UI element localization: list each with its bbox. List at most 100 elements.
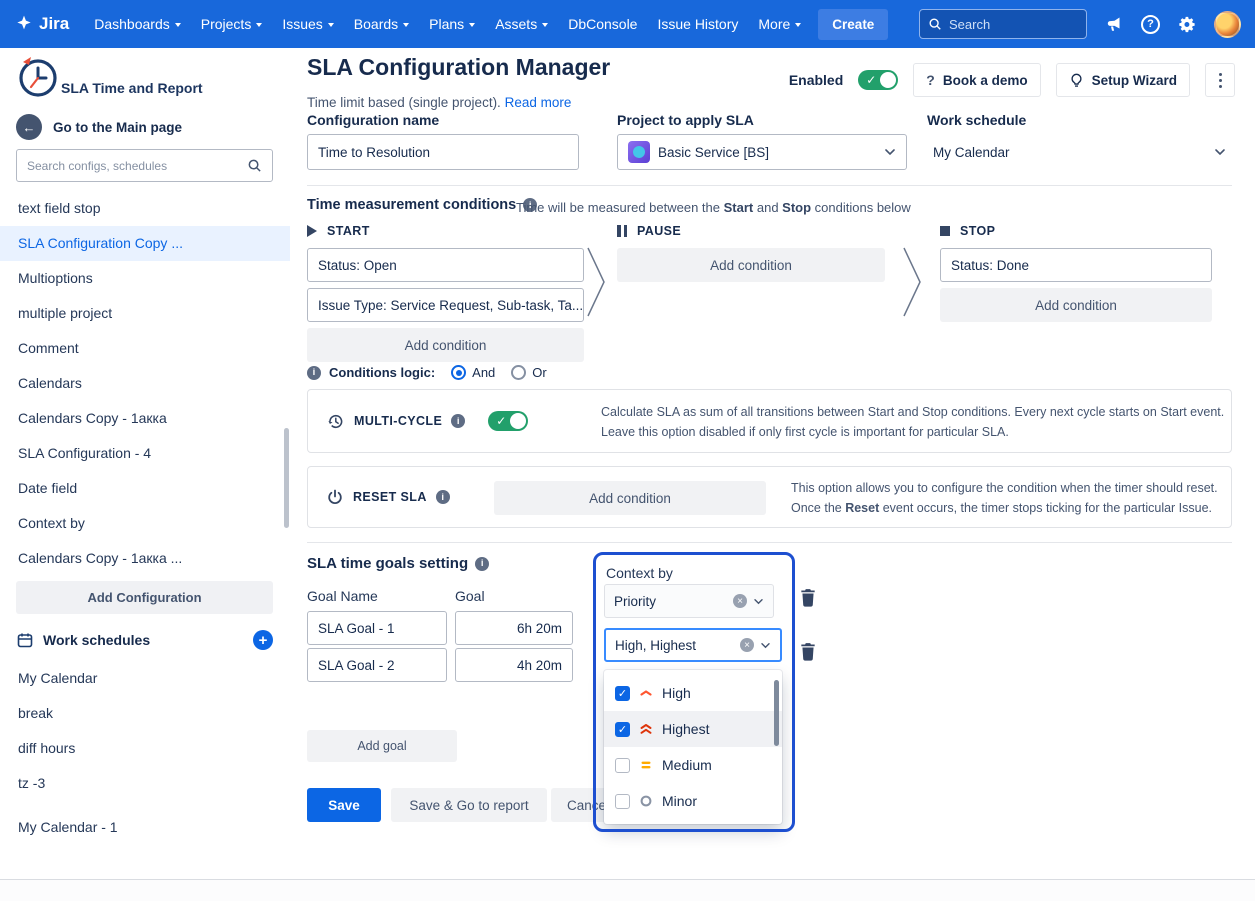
goal2-value-input[interactable] bbox=[455, 648, 573, 682]
config-item-selected[interactable]: SLA Configuration Copy ... bbox=[0, 226, 290, 261]
save-button[interactable]: Save bbox=[307, 788, 381, 822]
nav-boards[interactable]: Boards bbox=[345, 10, 418, 38]
conditions-logic-label: Conditions logic: bbox=[329, 365, 435, 380]
priority-option-highest[interactable]: Highest bbox=[604, 711, 782, 747]
work-schedule-select[interactable]: My Calendar bbox=[927, 134, 1232, 170]
enabled-toggle[interactable] bbox=[858, 70, 898, 90]
nav-dbconsole[interactable]: DbConsole bbox=[559, 10, 646, 38]
stop-add-condition-button[interactable]: Add condition bbox=[940, 288, 1212, 322]
reset-desc-line1: This option allows you to configure the … bbox=[791, 478, 1218, 498]
config-item[interactable]: Calendars Copy - 1акка bbox=[0, 401, 290, 436]
book-demo-label: Book a demo bbox=[943, 73, 1028, 88]
checkbox-checked-icon[interactable] bbox=[615, 686, 630, 701]
nav-projects[interactable]: Projects bbox=[192, 10, 272, 38]
pause-add-condition-button[interactable]: Add condition bbox=[617, 248, 885, 282]
logic-or-option[interactable]: Or bbox=[511, 365, 546, 380]
help-icon[interactable] bbox=[1141, 15, 1160, 34]
priority-high-icon bbox=[639, 686, 653, 700]
context-values-value: High, Highest bbox=[615, 638, 696, 653]
schedule-list: My Calendar break diff hours tz -3 My Ca… bbox=[0, 661, 290, 845]
or-label: Or bbox=[532, 365, 546, 380]
stop-condition-1[interactable]: Status: Done bbox=[940, 248, 1212, 282]
config-item[interactable]: Multioptions bbox=[0, 261, 290, 296]
info-icon[interactable] bbox=[436, 490, 450, 504]
more-options-kebab-icon[interactable] bbox=[1205, 63, 1235, 97]
clear-icon[interactable] bbox=[733, 594, 747, 608]
logic-and-option[interactable]: And bbox=[451, 365, 495, 380]
nav-issue-history[interactable]: Issue History bbox=[648, 10, 747, 38]
config-name-input[interactable] bbox=[307, 134, 579, 170]
config-item[interactable]: Calendars bbox=[0, 366, 290, 401]
goals-section-title: SLA time goals setting bbox=[307, 555, 489, 572]
play-icon bbox=[307, 225, 317, 237]
add-goal-button[interactable]: Add goal bbox=[307, 730, 457, 762]
sidebar-search-input[interactable] bbox=[27, 159, 239, 173]
option-label: Minor bbox=[662, 793, 697, 809]
global-search[interactable] bbox=[919, 9, 1087, 39]
config-item[interactable]: SLA Configuration - 4 bbox=[0, 436, 290, 471]
settings-gear-icon[interactable] bbox=[1175, 12, 1199, 36]
multi-cycle-toggle[interactable] bbox=[488, 411, 528, 431]
book-demo-button[interactable]: Book a demo bbox=[913, 63, 1040, 97]
reset-add-condition-button[interactable]: Add condition bbox=[494, 481, 766, 515]
config-item[interactable]: Comment bbox=[0, 331, 290, 366]
setup-wizard-button[interactable]: Setup Wizard bbox=[1056, 63, 1190, 97]
nav-dashboards[interactable]: Dashboards bbox=[85, 10, 190, 38]
context-values-select[interactable]: High, Highest bbox=[604, 628, 782, 662]
nav-assets[interactable]: Assets bbox=[486, 10, 557, 38]
config-item[interactable]: Calendars Copy - 1акка ... bbox=[0, 541, 290, 576]
nav-issues[interactable]: Issues bbox=[273, 10, 342, 38]
delete-goal2-button[interactable] bbox=[799, 642, 817, 662]
nav-more[interactable]: More bbox=[749, 10, 810, 38]
trash-icon bbox=[799, 642, 817, 662]
checkbox-icon[interactable] bbox=[615, 794, 630, 809]
announcements-icon[interactable] bbox=[1102, 12, 1126, 36]
schedule-item[interactable]: My Calendar - 1 bbox=[0, 810, 290, 845]
goal1-name-input[interactable] bbox=[307, 611, 447, 645]
start-condition-2[interactable]: Issue Type: Service Request, Sub-task, T… bbox=[307, 288, 584, 322]
sidebar-search[interactable] bbox=[16, 149, 273, 182]
clear-icon[interactable] bbox=[740, 638, 754, 652]
checkbox-icon[interactable] bbox=[615, 758, 630, 773]
start-condition-1[interactable]: Status: Open bbox=[307, 248, 584, 282]
info-icon[interactable] bbox=[307, 366, 321, 380]
global-search-input[interactable] bbox=[949, 17, 1078, 32]
nav-plans[interactable]: Plans bbox=[420, 10, 484, 38]
context-field-select[interactable]: Priority bbox=[604, 584, 774, 618]
schedule-item[interactable]: tz -3 bbox=[0, 766, 290, 801]
schedule-item[interactable]: diff hours bbox=[0, 731, 290, 766]
read-more-link[interactable]: Read more bbox=[505, 95, 572, 110]
reset-desc-bold: Reset bbox=[845, 501, 879, 515]
checkbox-checked-icon[interactable] bbox=[615, 722, 630, 737]
chevron-down-icon bbox=[1214, 148, 1226, 156]
config-item[interactable]: Context by bbox=[0, 506, 290, 541]
project-select[interactable]: Basic Service [BS] bbox=[617, 134, 907, 170]
delete-goal1-button[interactable] bbox=[799, 588, 817, 608]
start-add-condition-button[interactable]: Add condition bbox=[307, 328, 584, 362]
add-configuration-button[interactable]: Add Configuration bbox=[16, 581, 273, 614]
dropdown-scrollbar[interactable] bbox=[774, 680, 779, 746]
chevron-down-icon bbox=[753, 598, 764, 605]
goal2-name-input[interactable] bbox=[307, 648, 447, 682]
add-schedule-button[interactable] bbox=[253, 630, 273, 650]
start-label: START bbox=[327, 224, 370, 238]
priority-option-high[interactable]: High bbox=[604, 675, 782, 711]
config-item[interactable]: text field stop bbox=[0, 191, 290, 226]
radio-checked-icon bbox=[451, 365, 466, 380]
config-item[interactable]: multiple project bbox=[0, 296, 290, 331]
config-item[interactable]: Date field bbox=[0, 471, 290, 506]
goal1-value-input[interactable] bbox=[455, 611, 573, 645]
info-icon[interactable] bbox=[451, 414, 465, 428]
user-avatar[interactable] bbox=[1214, 11, 1241, 38]
schedule-item[interactable]: break bbox=[0, 696, 290, 731]
jira-logo[interactable]: Jira bbox=[14, 14, 69, 34]
sidebar-scrollbar[interactable] bbox=[284, 428, 289, 528]
back-to-main-link[interactable]: Go to the Main page bbox=[16, 114, 182, 140]
schedule-item[interactable]: My Calendar bbox=[0, 661, 290, 696]
save-go-report-button[interactable]: Save & Go to report bbox=[391, 788, 547, 822]
create-button[interactable]: Create bbox=[818, 9, 888, 40]
priority-option-minor[interactable]: Minor bbox=[604, 783, 782, 819]
app-logo[interactable]: SLA Time and Report bbox=[14, 54, 203, 100]
info-icon[interactable] bbox=[475, 557, 489, 571]
priority-option-medium[interactable]: Medium bbox=[604, 747, 782, 783]
